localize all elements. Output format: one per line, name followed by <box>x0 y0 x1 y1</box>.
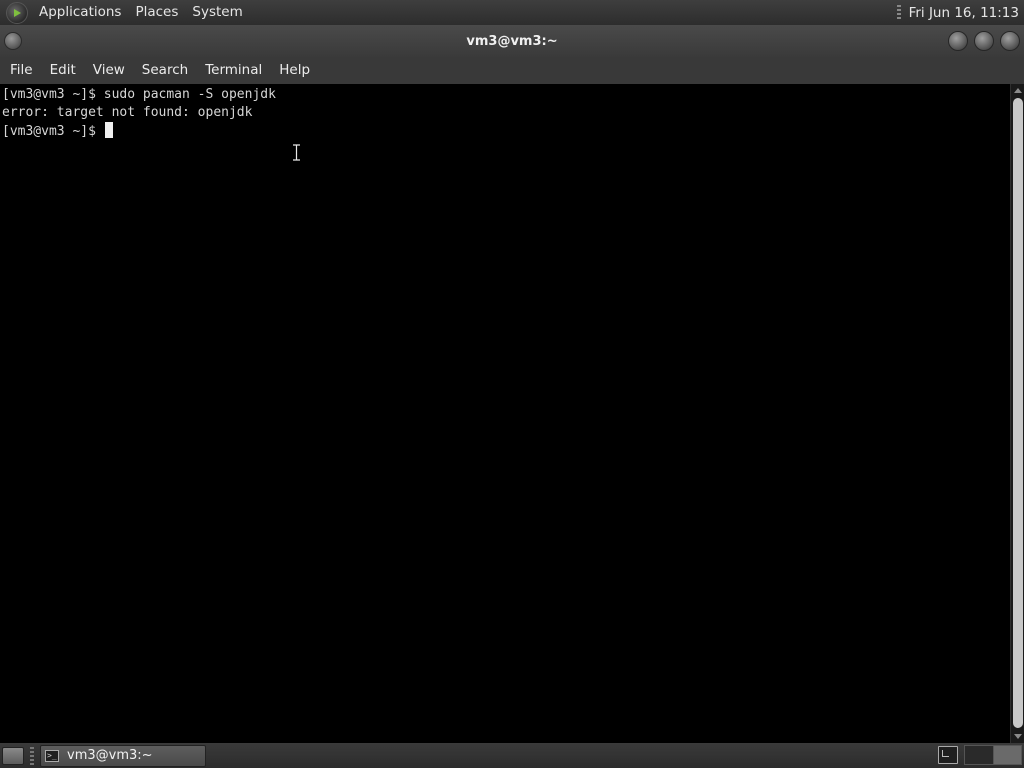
terminal-prompt: [vm3@vm3 ~]$ <box>2 124 104 139</box>
menu-file[interactable]: File <box>3 57 40 84</box>
places-menu[interactable]: Places <box>128 0 185 25</box>
workspace-2[interactable] <box>993 746 1021 764</box>
scroll-down-arrow-icon[interactable] <box>1014 734 1022 739</box>
maximize-button[interactable] <box>974 31 994 51</box>
tray-terminal-icon[interactable] <box>938 746 958 764</box>
play-triangle-icon <box>14 8 21 17</box>
close-button[interactable] <box>1000 31 1020 51</box>
applications-menu[interactable]: Applications <box>32 0 128 25</box>
workspace-1[interactable] <box>965 746 994 764</box>
text-cursor <box>104 122 113 138</box>
menu-view[interactable]: View <box>86 57 132 84</box>
menu-terminal[interactable]: Terminal <box>198 57 269 84</box>
window-titlebar[interactable]: vm3@vm3:~ <box>0 25 1024 57</box>
menu-search[interactable]: Search <box>135 57 195 84</box>
clock[interactable]: Fri Jun 16, 11:13 <box>909 5 1024 21</box>
terminal-scrollbar[interactable] <box>1010 84 1024 743</box>
terminal-area[interactable]: [vm3@vm3 ~]$ sudo pacman -S openjdk erro… <box>0 84 1010 743</box>
taskbar-button-label: vm3@vm3:~ <box>67 748 153 763</box>
top-panel: Applications Places System Fri Jun 16, 1… <box>0 0 1024 25</box>
terminal-line-error: error: target not found: openjdk <box>2 105 253 120</box>
ibeam-cursor-icon <box>293 144 300 161</box>
terminal-line-prompt: [vm3@vm3 ~]$ <box>2 122 1010 140</box>
menu-edit[interactable]: Edit <box>43 57 83 84</box>
window-menu-button[interactable] <box>4 32 22 50</box>
terminal-line-command: [vm3@vm3 ~]$ sudo pacman -S openjdk <box>2 87 276 102</box>
bottom-panel: >_ vm3@vm3:~ <box>0 743 1024 768</box>
window-title: vm3@vm3:~ <box>466 33 558 49</box>
scrollbar-thumb[interactable] <box>1013 98 1023 728</box>
terminal-menubar: File Edit View Search Terminal Help <box>0 57 1024 84</box>
show-desktop-icon[interactable] <box>2 746 24 765</box>
window-controls <box>948 31 1020 51</box>
panel-separator <box>30 746 34 765</box>
scroll-up-arrow-icon[interactable] <box>1014 88 1022 93</box>
workspace-switcher[interactable] <box>964 745 1022 765</box>
minimize-button[interactable] <box>948 31 968 51</box>
system-menu[interactable]: System <box>185 0 249 25</box>
menu-help[interactable]: Help <box>272 57 317 84</box>
taskbar-button-terminal[interactable]: >_ vm3@vm3:~ <box>40 744 206 767</box>
applications-logo-icon[interactable] <box>6 1 28 24</box>
panel-grip <box>896 4 901 21</box>
terminal-icon: >_ <box>45 749 59 762</box>
